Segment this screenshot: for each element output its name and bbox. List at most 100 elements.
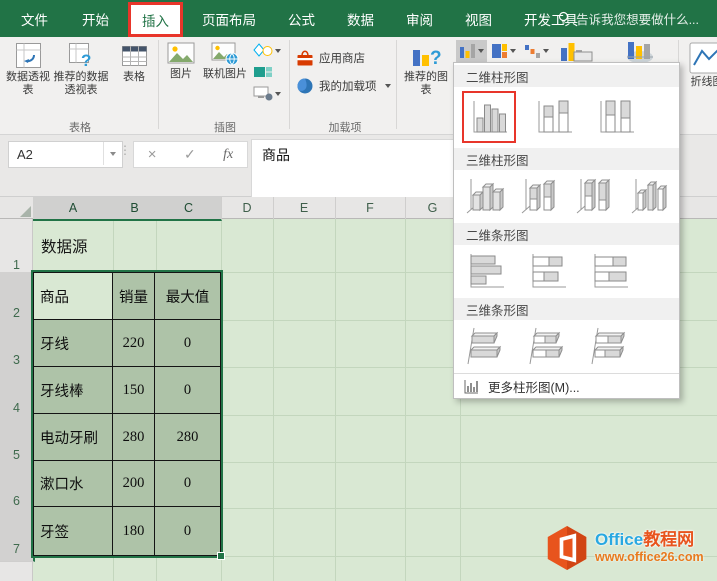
clustered-bar-icon[interactable] [462, 249, 510, 293]
stacked-column-icon[interactable] [530, 95, 578, 139]
100-stacked-column-icon[interactable] [592, 95, 640, 139]
dropdown-arrow-icon [275, 92, 281, 96]
tab-page-layout[interactable]: 页面布局 [189, 0, 269, 37]
more-column-charts-item[interactable]: 更多柱形图(M)... [454, 373, 679, 398]
3d-map-button[interactable] [618, 40, 662, 64]
tab-home[interactable]: 开始 [69, 0, 122, 37]
100-stacked-bar-icon[interactable] [586, 249, 634, 293]
store-icon [296, 49, 314, 67]
office-hexagon-icon [545, 524, 589, 572]
recommended-charts-button[interactable]: ? 推荐的图表 [401, 42, 451, 97]
tab-view[interactable]: 视图 [452, 0, 505, 37]
line-sparkline-button[interactable]: 折线图 [684, 42, 717, 89]
row-header-3[interactable]: 3 [0, 320, 35, 373]
dropdown-arrow-icon [275, 49, 281, 53]
cell-C6[interactable]: 0 [155, 461, 220, 507]
recommended-pivottables-button[interactable]: ? 推荐的数据透视表 [52, 42, 110, 97]
3d-clustered-column-icon[interactable] [462, 174, 507, 218]
gridline [273, 219, 274, 581]
cell-A2[interactable]: 商品 [34, 273, 113, 320]
column-header-E[interactable]: E [273, 197, 336, 219]
pivot-chart-button[interactable] [560, 40, 594, 62]
group-separator [289, 40, 290, 129]
shapes-button[interactable] [253, 43, 281, 58]
row-header-2[interactable]: 2 [0, 272, 35, 326]
cell-B4[interactable]: 150 [113, 367, 155, 414]
tab-file[interactable]: 文件 [6, 0, 63, 37]
pictures-button[interactable]: 图片 [163, 42, 199, 81]
shapes-icon [253, 43, 273, 58]
3d-100-stacked-column-icon[interactable] [573, 174, 618, 218]
row-header-7[interactable]: 7 [0, 508, 35, 562]
data-table: 商品 销量 最大值 牙线 220 0 牙线棒 150 0 电动牙刷 280 28… [33, 272, 221, 556]
insert-hierarchy-chart-button[interactable] [489, 40, 518, 62]
cell-B6[interactable]: 200 [113, 461, 155, 507]
tell-me-box[interactable]: 告诉我您想要做什么... [557, 0, 699, 37]
name-box[interactable]: A2 [8, 141, 123, 168]
insert-function-button[interactable]: fx [223, 147, 233, 163]
cell-C7[interactable]: 0 [155, 507, 220, 555]
table-icon [121, 42, 148, 69]
cell-A7[interactable]: 牙签 [34, 507, 113, 555]
3d-stacked-bar-icon[interactable] [524, 324, 572, 368]
3d-100-stacked-bar-icon[interactable] [586, 324, 634, 368]
my-addins-button[interactable]: 我的加载项 [296, 77, 391, 95]
column-header-F[interactable]: F [335, 197, 406, 219]
ribbon-tab-bar: 文件 开始 插入 页面布局 公式 数据 审阅 视图 开发工具 告诉我您想要做什么… [0, 0, 717, 37]
cell-C3[interactable]: 0 [155, 320, 220, 367]
insert-column-chart-icon [459, 43, 476, 59]
cell-B2[interactable]: 销量 [113, 273, 155, 320]
cell-C4[interactable]: 0 [155, 367, 220, 414]
cell-B3[interactable]: 220 [113, 320, 155, 367]
tab-formulas[interactable]: 公式 [275, 0, 328, 37]
row-header-1[interactable]: 1 [0, 219, 33, 278]
formula-input[interactable]: 商品 [251, 139, 465, 198]
online-pictures-button[interactable]: 联机图片 [201, 42, 249, 81]
cell-B5[interactable]: 280 [113, 414, 155, 461]
table-button[interactable]: 表格 [114, 42, 154, 84]
cell-A4[interactable]: 牙线棒 [34, 367, 113, 414]
menu-section-2d-column: 二维柱形图 [454, 65, 679, 87]
insert-column-chart-button[interactable] [456, 40, 487, 62]
store-button[interactable]: 应用商店 [296, 49, 365, 67]
cell-C2[interactable]: 最大值 [155, 273, 220, 320]
tab-insert[interactable]: 插入 [128, 2, 183, 37]
dropdown-arrow-icon [510, 49, 516, 53]
3d-column-icon[interactable] [628, 174, 673, 218]
select-all-corner[interactable] [0, 197, 34, 219]
watermark-logo: Office教程网 www.office26.com [545, 523, 715, 573]
column-header-D[interactable]: D [221, 197, 274, 219]
tab-data[interactable]: 数据 [334, 0, 387, 37]
cell-A3[interactable]: 牙线 [34, 320, 113, 367]
screenshot-button[interactable] [253, 86, 281, 101]
row-header-6[interactable]: 6 [0, 462, 35, 514]
3d-stacked-column-icon[interactable] [517, 174, 562, 218]
recommended-charts-icon: ? [411, 42, 441, 69]
gridline [335, 219, 336, 581]
row-header-4[interactable]: 4 [0, 367, 35, 421]
column-header-B[interactable]: B [113, 197, 157, 221]
insert-waterfall-chart-button[interactable] [522, 40, 551, 62]
stacked-bar-icon[interactable] [524, 249, 572, 293]
clustered-column-icon[interactable] [462, 91, 516, 143]
column-header-C[interactable]: C [156, 197, 222, 221]
cell-A6[interactable]: 漱口水 [34, 461, 113, 507]
more-charts-icon [464, 379, 479, 394]
cell-A1[interactable]: 数据源 [33, 219, 221, 272]
table-label: 表格 [123, 71, 145, 84]
column-header-A[interactable]: A [33, 197, 114, 221]
cancel-button[interactable]: × [148, 146, 157, 163]
watermark-brand-blue: Office [595, 530, 643, 549]
cell-C5[interactable]: 280 [155, 414, 220, 461]
row-header-5[interactable]: 5 [0, 415, 35, 468]
3d-map-icon [618, 40, 662, 64]
recommended-pivottables-label: 推荐的数据透视表 [52, 71, 110, 97]
smartart-button[interactable] [253, 65, 273, 79]
cell-B7[interactable]: 180 [113, 507, 155, 555]
tab-review[interactable]: 审阅 [393, 0, 446, 37]
3d-clustered-bar-icon[interactable] [462, 324, 510, 368]
cell-A5[interactable]: 电动牙刷 [34, 414, 113, 461]
enter-button[interactable]: ✓ [184, 146, 196, 163]
group-separator [158, 40, 159, 129]
pivottable-button[interactable]: 数据透视表 [6, 42, 50, 97]
